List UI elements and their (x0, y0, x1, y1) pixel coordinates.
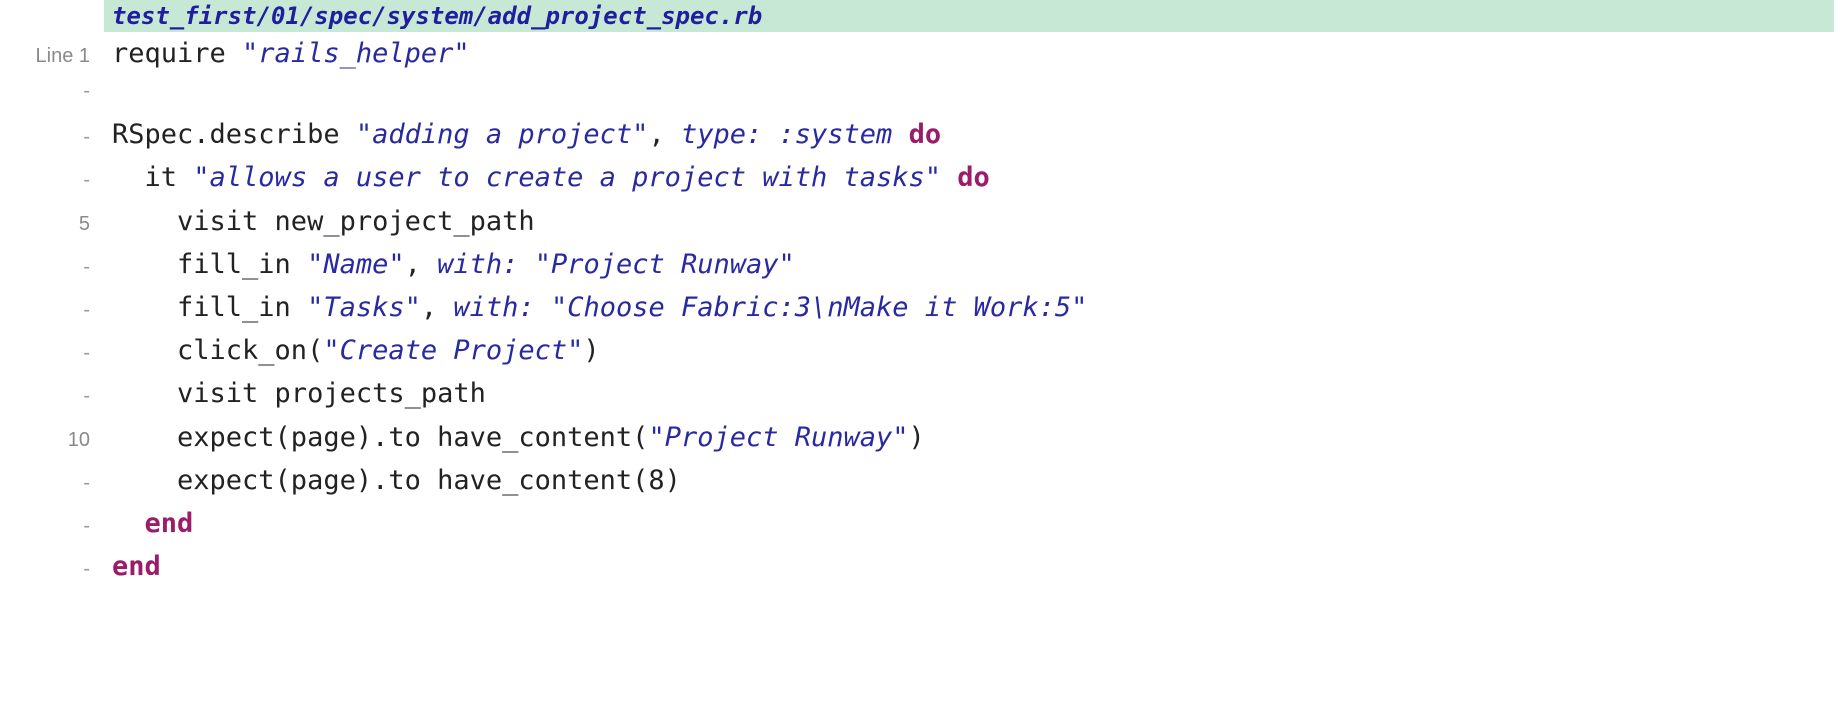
code-token: , (648, 119, 681, 150)
code-token: "Tasks" (307, 292, 421, 323)
gutter-cell: 10 (0, 424, 104, 456)
gutter-cell: - (0, 294, 104, 326)
code-cell: fill_in "Name", with: "Project Runway" (104, 243, 1842, 286)
code-line: -end (0, 545, 1842, 588)
code-line: Line 1require "rails_helper" (0, 32, 1842, 75)
gutter-cell: - (0, 337, 104, 369)
code-line: - click_on("Create Project") (0, 329, 1842, 372)
code-token: "adding a project" (356, 119, 649, 150)
code-line: 10 expect(page).to have_content("Project… (0, 416, 1842, 459)
code-token: ) (909, 422, 925, 453)
code-token: visit projects_path (112, 378, 486, 409)
code-line: - fill_in "Tasks", with: "Choose Fabric:… (0, 286, 1842, 329)
code-token (941, 162, 957, 193)
code-cell: fill_in "Tasks", with: "Choose Fabric:3\… (104, 286, 1842, 329)
file-header: test_first/01/spec/system/add_project_sp… (0, 0, 1842, 32)
code-token: ) (583, 335, 599, 366)
gutter-cell: - (0, 164, 104, 196)
code-line: - visit projects_path (0, 372, 1842, 415)
code-cell: expect(page).to have_content(8) (104, 459, 1842, 502)
code-token: expect(page).to have_content(8) (112, 465, 681, 496)
code-token: with: (437, 249, 535, 280)
code-line: - it "allows a user to create a project … (0, 156, 1842, 199)
code-cell: click_on("Create Project") (104, 329, 1842, 372)
code-cell: expect(page).to have_content("Project Ru… (104, 416, 1842, 459)
code-cell: visit new_project_path (104, 200, 1842, 243)
code-token: require (112, 38, 242, 69)
code-line: - end (0, 502, 1842, 545)
code-body: Line 1require "rails_helper"--RSpec.desc… (0, 32, 1842, 588)
gutter-cell: - (0, 75, 104, 107)
code-token: do (957, 162, 990, 193)
code-cell: RSpec.describe "adding a project", type:… (104, 113, 1842, 156)
code-token: click_on( (112, 335, 323, 366)
code-token: , (421, 292, 454, 323)
code-line: 5 visit new_project_path (0, 200, 1842, 243)
gutter-cell: 5 (0, 208, 104, 240)
code-cell: visit projects_path (104, 372, 1842, 415)
code-token: "Project Runway" (648, 422, 908, 453)
gutter-cell: Line 1 (0, 40, 104, 72)
code-token: it (112, 162, 193, 193)
gutter-cell: - (0, 121, 104, 153)
code-token: end (112, 551, 161, 582)
code-token: RSpec.describe (112, 119, 356, 150)
code-token: visit new_project_path (112, 206, 535, 237)
gutter-cell: - (0, 467, 104, 499)
code-token: expect(page).to have_content( (112, 422, 648, 453)
code-token: fill_in (112, 292, 307, 323)
code-token: "Choose Fabric:3\nMake it Work:5" (551, 292, 1087, 323)
code-token: , (405, 249, 438, 280)
code-line: -RSpec.describe "adding a project", type… (0, 113, 1842, 156)
code-token: "Name" (307, 249, 405, 280)
code-line: - fill_in "Name", with: "Project Runway" (0, 243, 1842, 286)
code-token: "Create Project" (323, 335, 583, 366)
code-token (112, 508, 145, 539)
gutter-cell: - (0, 251, 104, 283)
gutter-cell: - (0, 553, 104, 585)
code-token: "rails_helper" (242, 38, 470, 69)
code-token: "Project Runway" (535, 249, 795, 280)
code-token: type: (681, 119, 779, 150)
code-listing: test_first/01/spec/system/add_project_sp… (0, 0, 1842, 588)
code-token: with: (453, 292, 551, 323)
file-path: test_first/01/spec/system/add_project_sp… (104, 0, 1834, 32)
code-cell: end (104, 502, 1842, 545)
gutter-cell: - (0, 380, 104, 412)
gutter-cell: - (0, 510, 104, 542)
code-cell: end (104, 545, 1842, 588)
code-cell: require "rails_helper" (104, 32, 1842, 75)
code-line: - (0, 75, 1842, 113)
code-token: :system (779, 119, 893, 150)
code-token: end (145, 508, 194, 539)
code-token: "allows a user to create a project with … (193, 162, 941, 193)
code-cell: it "allows a user to create a project wi… (104, 156, 1842, 199)
code-token: fill_in (112, 249, 307, 280)
code-token (892, 119, 908, 150)
code-line: - expect(page).to have_content(8) (0, 459, 1842, 502)
code-token: do (909, 119, 942, 150)
